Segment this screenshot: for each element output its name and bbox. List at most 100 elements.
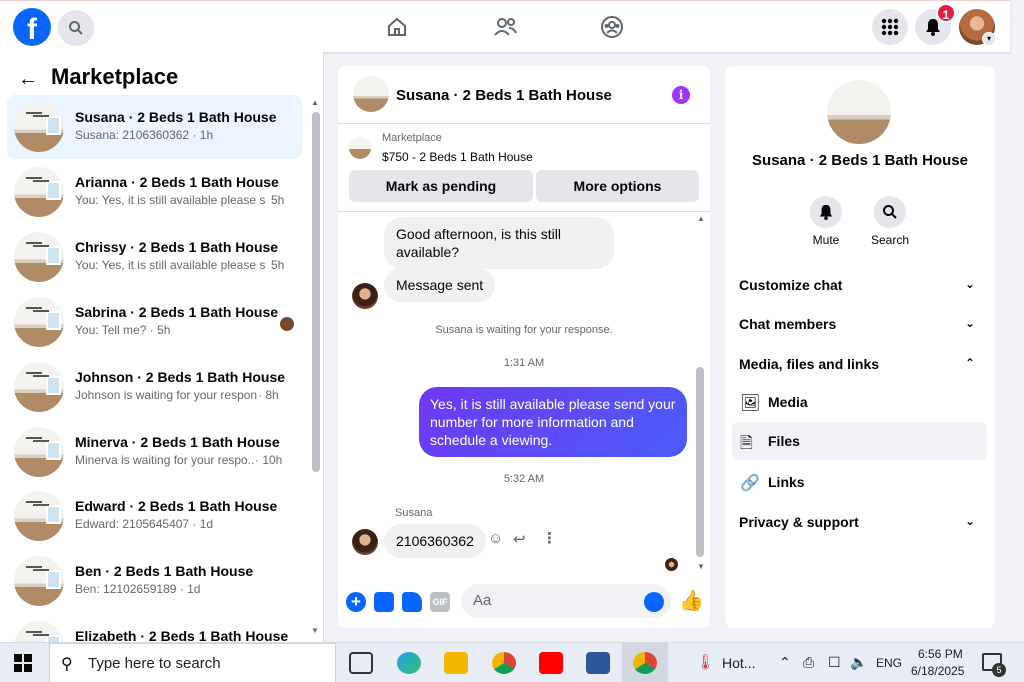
facebook-logo[interactable]: f [13, 8, 51, 46]
chevron-down-icon[interactable]: ⌄ [965, 316, 975, 330]
conversation-name: Susana · 2 Beds 1 Bath House [75, 109, 277, 125]
conversation-item[interactable]: Elizabeth · 2 Beds 1 Bath House [7, 614, 302, 642]
language-indicator[interactable]: ENG [876, 656, 902, 670]
reply-icon[interactable]: ↩ [513, 530, 526, 548]
message-input[interactable]: Aa [461, 584, 671, 618]
conversation-item[interactable]: Johnson · 2 Beds 1 Bath House Johnson is… [7, 355, 302, 419]
youtube-icon[interactable] [539, 652, 563, 674]
conversation-item[interactable]: Sabrina · 2 Beds 1 Bath House You: Tell … [7, 290, 302, 354]
listing-thumbnail [14, 621, 64, 642]
like-thumb-icon[interactable]: 👍 [679, 588, 704, 613]
files-item[interactable]: 🗎 Files [732, 422, 987, 460]
listing-thumbnail [14, 427, 64, 477]
menu-grid-icon[interactable] [872, 9, 908, 45]
conversation-preview: Minerva is waiting for your respo... [75, 453, 255, 467]
conversation-preview: Susana: 2106360362 · 1h [75, 128, 214, 142]
sender-avatar [352, 529, 378, 555]
mark-as-pending-button[interactable]: Mark as pending [349, 170, 533, 202]
conversation-name: Elizabeth · 2 Beds 1 Bath House [75, 628, 289, 642]
media-item[interactable]: 🖼 Media [732, 383, 987, 421]
mute-label[interactable]: Mute [796, 233, 856, 247]
network-icon[interactable]: ☐ [828, 654, 841, 671]
word-icon[interactable] [586, 652, 610, 674]
volume-icon[interactable]: 🔈 [850, 654, 867, 671]
marketplace-label: Marketplace [382, 132, 442, 144]
message-bubble: 2106360362 [384, 524, 486, 558]
conversation-preview: Edward: 2105645407 · 1d [75, 517, 214, 531]
sender-avatar [352, 283, 378, 309]
listing-price[interactable]: $750 - 2 Beds 1 Bath House [382, 150, 533, 164]
plus-icon[interactable]: + [346, 592, 366, 612]
chevron-down-icon[interactable]: ⌄ [965, 514, 975, 528]
links-item[interactable]: 🔗 Links [732, 463, 987, 501]
clock-time[interactable]: 6:56 PM [918, 647, 963, 661]
customize-chat-section[interactable]: Customize chat [739, 277, 842, 293]
groups-icon[interactable] [598, 13, 626, 41]
seen-avatar [665, 558, 678, 571]
gif-icon[interactable]: GIF [430, 592, 450, 612]
conversation-item[interactable]: Edward · 2 Beds 1 Bath House Edward: 210… [7, 484, 302, 548]
info-icon[interactable]: i [672, 86, 690, 104]
conversation-item[interactable]: Minerva · 2 Beds 1 Bath House Minerva is… [7, 420, 302, 484]
conversation-name: Chrissy · 2 Beds 1 Bath House [75, 239, 279, 255]
chat-avatar[interactable] [353, 76, 389, 112]
windows-start-icon[interactable] [14, 654, 32, 672]
media-files-links-section[interactable]: Media, files and links [739, 356, 879, 372]
scrollbar[interactable] [312, 112, 320, 472]
chevron-up-icon[interactable]: ⌃ [965, 356, 975, 370]
listing-thumbnail[interactable] [349, 137, 371, 159]
chat-avatar[interactable] [827, 80, 891, 144]
weather-label[interactable]: Hot... [722, 655, 755, 671]
chevron-up-icon[interactable]: ⌃ [779, 654, 791, 671]
emoji-icon[interactable] [644, 592, 664, 612]
notification-count-badge: 1 [936, 3, 956, 23]
chrome-icon[interactable] [492, 652, 516, 674]
conversation-name: Johnson · 2 Beds 1 Bath House [75, 369, 286, 385]
listing-thumbnail [14, 102, 64, 152]
link-icon: 🔗 [740, 475, 760, 492]
chat-title[interactable]: Susana · 2 Beds 1 Bath House [396, 87, 612, 104]
conversation-time: 5h [271, 193, 285, 207]
conversation-item[interactable]: Ben · 2 Beds 1 Bath House Ben: 121026591… [7, 549, 302, 613]
scrollbar[interactable] [696, 367, 704, 557]
file-explorer-icon[interactable] [444, 652, 468, 674]
more-options-button[interactable]: More options [536, 170, 699, 202]
edge-browser-icon[interactable] [397, 652, 421, 674]
home-icon[interactable] [383, 13, 411, 41]
search-icon[interactable] [874, 196, 906, 228]
photo-icon[interactable] [374, 592, 394, 612]
scroll-down-arrow-icon[interactable]: ▼ [697, 562, 705, 571]
search-label[interactable]: Search [860, 233, 920, 247]
thermometer-icon[interactable]: 🌡 [696, 653, 715, 671]
conversation-preview: You: Tell me? · 5h [75, 323, 171, 337]
chat-members-section[interactable]: Chat members [739, 316, 836, 332]
meet-now-icon[interactable]: ⎙ [803, 654, 814, 671]
active-app-highlight[interactable] [622, 643, 668, 682]
sticker-icon[interactable] [402, 592, 422, 612]
message-bubble: Good afternoon, is this still available? [384, 217, 614, 269]
conversation-item[interactable]: Arianna · 2 Beds 1 Bath House You: Yes, … [7, 160, 302, 224]
chat-pane: Susana · 2 Beds 1 Bath House i Marketpla… [338, 66, 710, 628]
chevron-down-icon[interactable]: ▾ [982, 32, 996, 46]
mute-bell-icon[interactable] [810, 196, 842, 228]
friends-icon[interactable] [491, 13, 519, 41]
scroll-up-arrow-icon[interactable]: ▲ [697, 214, 705, 223]
search-icon[interactable] [58, 10, 94, 46]
clock-date[interactable]: 6/18/2025 [911, 664, 964, 678]
scroll-up-arrow-icon[interactable]: ▲ [311, 98, 319, 107]
react-emoji-icon[interactable]: ☺ [488, 530, 503, 547]
conversation-item[interactable]: Susana · 2 Beds 1 Bath House Susana: 210… [7, 95, 302, 159]
back-arrow-icon[interactable]: ← [18, 68, 38, 91]
privacy-support-section[interactable]: Privacy & support [739, 514, 859, 530]
chevron-down-icon[interactable]: ⌄ [965, 277, 975, 291]
conversation-item[interactable]: Chrissy · 2 Beds 1 Bath House You: Yes, … [7, 225, 302, 289]
conversation-name: Sabrina · 2 Beds 1 Bath House [75, 304, 279, 320]
more-icon[interactable]: ⋮ [542, 529, 557, 547]
notification-count-badge: 5 [992, 663, 1006, 677]
scroll-down-arrow-icon[interactable]: ▼ [311, 626, 319, 635]
chat-header: Susana · 2 Beds 1 Bath House i [338, 66, 710, 124]
taskbar-search-placeholder: Type here to search [88, 655, 221, 672]
taskbar-search-box[interactable]: ⚲ Type here to search [49, 643, 336, 682]
listing-thumbnail [14, 362, 64, 412]
task-view-icon[interactable] [349, 652, 373, 674]
